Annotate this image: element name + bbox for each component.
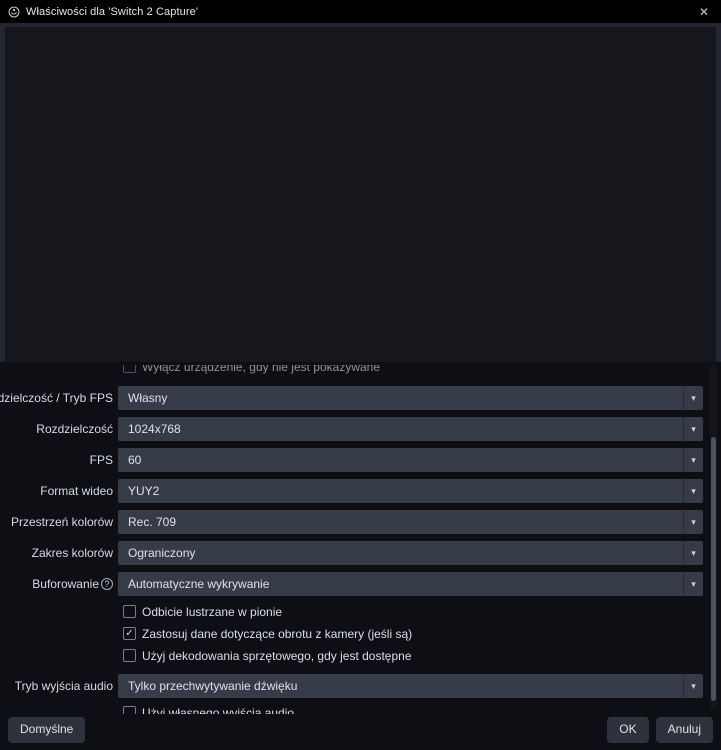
field-label: Zakres kolorów — [0, 546, 118, 560]
chevron-down-icon: ▾ — [691, 549, 696, 558]
title-bar: Właściwości dla 'Switch 2 Capture' ✕ — [0, 0, 721, 23]
cancel-button[interactable]: Anuluj — [656, 717, 713, 742]
resolution-select[interactable]: 1024x768 ▾ — [118, 417, 703, 441]
chevron-down-icon: ▾ — [691, 487, 696, 496]
field-label: FPS — [0, 453, 118, 467]
buffering-select[interactable]: Automatyczne wykrywanie ▾ — [118, 572, 703, 596]
footer-bar: Domyślne OK Anuluj — [0, 714, 721, 750]
row-video-format: Format wideo YUY2 ▾ — [0, 479, 721, 503]
flip-vertically-checkbox[interactable]: Odbicie lustrzane w pionie — [123, 604, 721, 619]
checkbox-label: Zastosuj dane dotyczące obrotu z kamery … — [142, 627, 412, 641]
row-buffering: Buforowanie ? Automatyczne wykrywanie ▾ — [0, 572, 721, 596]
chevron-down-icon: ▾ — [691, 518, 696, 527]
field-label: Format wideo — [0, 484, 118, 498]
defaults-button[interactable]: Domyślne — [8, 717, 85, 742]
row-color-range: Zakres kolorów Ograniczony ▾ — [0, 541, 721, 565]
checkbox-label: Użyj dekodowania sprzętowego, gdy jest d… — [142, 649, 412, 663]
color-range-select[interactable]: Ograniczony ▾ — [118, 541, 703, 565]
row-resolution: Rozdzielczość 1024x768 ▾ — [0, 417, 721, 441]
row-fps: FPS 60 ▾ — [0, 448, 721, 472]
field-label: Rozdzielczość / Tryb FPS — [0, 391, 118, 405]
field-label: Rozdzielczość — [0, 422, 118, 436]
help-icon[interactable]: ? — [101, 578, 113, 590]
close-icon[interactable]: ✕ — [695, 3, 713, 21]
row-audio-output-mode: Tryb wyjścia audio Tylko przechwytywanie… — [0, 674, 721, 698]
chevron-down-icon: ▾ — [691, 425, 696, 434]
hardware-decode-checkbox[interactable]: Użyj dekodowania sprzętowego, gdy jest d… — [123, 648, 721, 663]
checkbox-checked-icon: ✓ — [123, 627, 136, 640]
checkbox-label: Wyłącz urządzenie, gdy nie jest pokazywa… — [142, 365, 380, 374]
checkbox-label: Odbicie lustrzane w pionie — [142, 605, 282, 619]
ok-button[interactable]: OK — [607, 717, 648, 742]
deactivate-when-not-showing-checkbox[interactable]: Wyłącz urządzenie, gdy nie jest pokazywa… — [123, 365, 721, 374]
checkbox-icon — [123, 365, 136, 373]
chevron-down-icon: ▾ — [691, 456, 696, 465]
properties-dialog: Właściwości dla 'Switch 2 Capture' ✕ Wył… — [0, 0, 721, 750]
chevron-down-icon: ▾ — [691, 394, 696, 403]
chevron-down-icon: ▾ — [691, 682, 696, 691]
clipped-row: Wyłącz urządzenie, gdy nie jest pokazywa… — [123, 365, 721, 375]
fps-select[interactable]: 60 ▾ — [118, 448, 703, 472]
row-color-space: Przestrzeń kolorów Rec. 709 ▾ — [0, 510, 721, 534]
checkbox-icon — [123, 706, 136, 714]
row-resolution-fps-type: Rozdzielczość / Tryb FPS Własny ▾ — [0, 386, 721, 410]
custom-audio-device-checkbox[interactable]: Użyj własnego wyjścia audio — [123, 705, 721, 714]
checkbox-label: Użyj własnego wyjścia audio — [142, 706, 294, 715]
obs-logo-icon — [8, 6, 20, 18]
chevron-down-icon: ▾ — [691, 580, 696, 589]
scrollbar[interactable] — [710, 365, 717, 710]
checkbox-icon — [123, 605, 136, 618]
window-title: Właściwości dla 'Switch 2 Capture' — [26, 6, 198, 18]
scrollbar-thumb[interactable] — [711, 437, 716, 701]
field-label: Tryb wyjścia audio — [0, 679, 118, 693]
field-label: Przestrzeń kolorów — [0, 515, 118, 529]
preview-canvas — [5, 27, 716, 362]
properties-panel: Wyłącz urządzenie, gdy nie jest pokazywa… — [0, 362, 721, 714]
checkbox-icon — [123, 649, 136, 662]
field-label: Buforowanie ? — [0, 577, 118, 591]
video-format-select[interactable]: YUY2 ▾ — [118, 479, 703, 503]
resolution-fps-type-select[interactable]: Własny ▾ — [118, 386, 703, 410]
color-space-select[interactable]: Rec. 709 ▾ — [118, 510, 703, 534]
apply-rotation-checkbox[interactable]: ✓ Zastosuj dane dotyczące obrotu z kamer… — [123, 626, 721, 641]
preview-frame — [0, 23, 721, 362]
audio-output-mode-select[interactable]: Tylko przechwytywanie dźwięku ▾ — [118, 674, 703, 698]
